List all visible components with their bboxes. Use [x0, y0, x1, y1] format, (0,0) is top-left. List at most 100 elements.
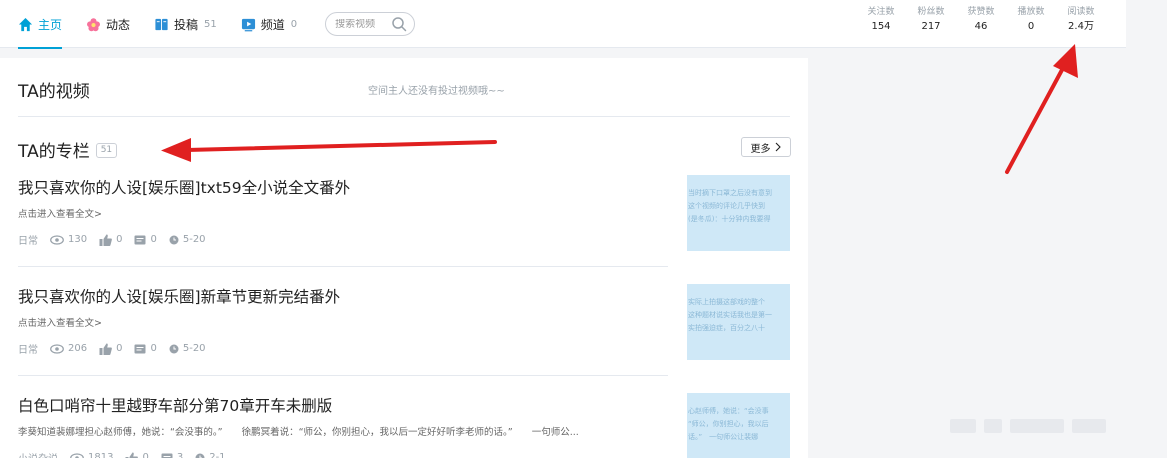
article-views: 130	[50, 234, 87, 245]
tab-home-label: 主页	[38, 17, 63, 32]
stat-label: 阅读数	[1067, 7, 1095, 17]
article-title[interactable]: 我只喜欢你的人设[娱乐圈]txt59全小说全文番外	[18, 178, 668, 198]
comments-count: 3	[176, 452, 184, 458]
submissions-count: 51	[204, 18, 217, 30]
stat-value: 46	[974, 21, 988, 32]
article-subtitle[interactable]: 点击进入查看全文>	[18, 315, 668, 329]
article-category[interactable]: 小说杂说	[18, 450, 58, 458]
article-cover[interactable]: 实际上拍摄这部戏的整个 这种题材说实话我也是第一 实拍强迫症，百分之八十	[687, 284, 790, 360]
cover-text: 这个视频的评论几乎快到	[688, 202, 765, 210]
stat-value: 2.4万	[1068, 21, 1094, 32]
blurred-watermark	[950, 418, 1130, 440]
annotation-arrow-up	[1005, 44, 1078, 174]
tab-home[interactable]: 主页	[18, 0, 63, 49]
article-date: 5-20	[169, 234, 206, 245]
stat-label: 播放数	[1017, 7, 1045, 17]
thumbs-up-icon	[125, 452, 139, 458]
tab-channel-label: 频道	[260, 17, 285, 32]
cover-text: 这种题材说实话我也是第一	[688, 311, 772, 319]
date-text: 2-1	[209, 452, 226, 458]
comment-icon	[161, 453, 173, 458]
cover-text: 实拍强迫症，百分之八十	[688, 324, 765, 332]
article-divider	[18, 266, 668, 267]
column-section-title: TA的专栏 51	[18, 137, 118, 162]
play-screen-icon	[241, 18, 255, 31]
article-views: 206	[50, 343, 87, 354]
eye-icon	[50, 234, 64, 245]
cover-text: (是冬瓜)：十分钟内我要得	[688, 215, 771, 223]
comment-icon	[134, 344, 146, 353]
flower-icon	[87, 17, 100, 31]
column-title-text: TA的专栏	[18, 142, 90, 162]
more-button-label: 更多	[750, 143, 771, 155]
article-views: 1813	[70, 452, 113, 458]
eye-icon	[50, 343, 64, 354]
article-item[interactable]: 我只喜欢你的人设[娱乐圈]txt59全小说全文番外 点击进入查看全文> 日常 1…	[18, 178, 668, 247]
article-item[interactable]: 白色口哨帘十里越野车部分第70章开车未删版 李葵知道裴娜埋担心赵师傅，她说：“会…	[18, 396, 668, 458]
videos-section-title: TA的视频	[18, 82, 90, 102]
article-meta: 日常 130 0 0 5-20	[18, 232, 668, 247]
clock-icon	[195, 453, 205, 458]
stat-followers[interactable]: 粉丝数 217	[906, 6, 956, 36]
chevron-right-icon	[775, 142, 781, 152]
home-icon	[18, 17, 33, 31]
article-comments: 0	[134, 343, 157, 354]
date-text: 5-20	[182, 234, 206, 245]
cover-text: “师公，你别担心，我以后	[688, 420, 769, 428]
clock-icon	[169, 344, 179, 353]
views-count: 130	[68, 234, 88, 245]
eye-icon	[70, 452, 84, 458]
stat-label: 获赞数	[967, 7, 995, 17]
stat-label: 粉丝数	[917, 7, 945, 17]
search-icon[interactable]	[391, 16, 407, 32]
stat-value: 0	[1027, 21, 1035, 32]
cover-text: 话。” 一句师公让裴娜	[688, 433, 759, 441]
article-title[interactable]: 我只喜欢你的人设[娱乐圈]新章节更新完结番外	[18, 287, 668, 307]
column-count-badge: 51	[95, 142, 118, 158]
stat-value: 154	[871, 21, 891, 32]
article-date: 5-20	[169, 343, 206, 354]
thumbs-up-icon	[99, 343, 112, 355]
comments-count: 0	[150, 343, 157, 354]
user-stats: 关注数 154 粉丝数 217 获赞数 46 播放数 0 阅读数 2.4万	[856, 6, 1106, 36]
article-category[interactable]: 日常	[18, 341, 38, 356]
book-icon	[155, 18, 168, 30]
more-button[interactable]: 更多	[741, 137, 791, 157]
views-count: 206	[68, 343, 88, 354]
article-title[interactable]: 白色口哨帘十里越野车部分第70章开车未删版	[18, 396, 668, 416]
stat-label: 关注数	[867, 7, 895, 17]
article-date: 2-1	[195, 452, 226, 458]
cover-text: 当时摘下口罩之后没有意到	[688, 189, 772, 197]
article-item[interactable]: 我只喜欢你的人设[娱乐圈]新章节更新完结番外 点击进入查看全文> 日常 206 …	[18, 287, 668, 356]
likes-count: 0	[116, 343, 123, 354]
tab-submissions[interactable]: 投稿 51	[154, 0, 217, 48]
stat-value: 217	[921, 21, 941, 32]
article-subtitle[interactable]: 李葵知道裴娜埋担心赵师傅，她说：“会没事的。” 徐鹏冥着说：“师公，你别担心，我…	[18, 424, 668, 438]
views-count: 1813	[88, 452, 114, 458]
tab-dynamic[interactable]: 动态	[86, 0, 130, 48]
article-comments: 3	[161, 452, 183, 458]
article-subtitle[interactable]: 点击进入查看全文>	[18, 206, 668, 220]
cover-text: 心赵师傅，她说：“会没事	[688, 407, 769, 415]
likes-count: 0	[116, 234, 123, 245]
tab-submissions-label: 投稿	[174, 17, 199, 32]
search-box[interactable]	[325, 12, 416, 36]
comments-count: 0	[150, 234, 157, 245]
article-divider	[18, 375, 668, 376]
stat-likes: 获赞数 46	[956, 6, 1006, 36]
article-category[interactable]: 日常	[18, 232, 38, 247]
cover-text: 实际上拍摄这部戏的整个	[688, 298, 765, 306]
article-cover[interactable]: 心赵师傅，她说：“会没事 “师公，你别担心，我以后 话。” 一句师公让裴娜	[687, 393, 790, 458]
article-meta: 小说杂说 1813 0 3 2-1	[18, 450, 668, 458]
article-likes: 0	[125, 452, 149, 458]
channel-count: 0	[290, 18, 298, 30]
tab-channel[interactable]: 频道 0	[241, 0, 297, 48]
space-nav: 主页 动态 投稿 51 频道 0 搜索视频	[0, 0, 416, 49]
stat-plays: 播放数 0	[1006, 6, 1056, 36]
stat-following[interactable]: 关注数 154	[856, 6, 906, 36]
thumbs-up-icon	[99, 234, 112, 246]
top-bar: 主页 动态 投稿 51 频道 0 搜索视频 关注数 154 粉丝数 217 获赞…	[0, 0, 1126, 49]
search-input[interactable]	[335, 18, 391, 30]
tab-dynamic-label: 动态	[106, 17, 131, 32]
article-cover[interactable]: 当时摘下口罩之后没有意到 这个视频的评论几乎快到 (是冬瓜)：十分钟内我要得	[687, 175, 790, 251]
